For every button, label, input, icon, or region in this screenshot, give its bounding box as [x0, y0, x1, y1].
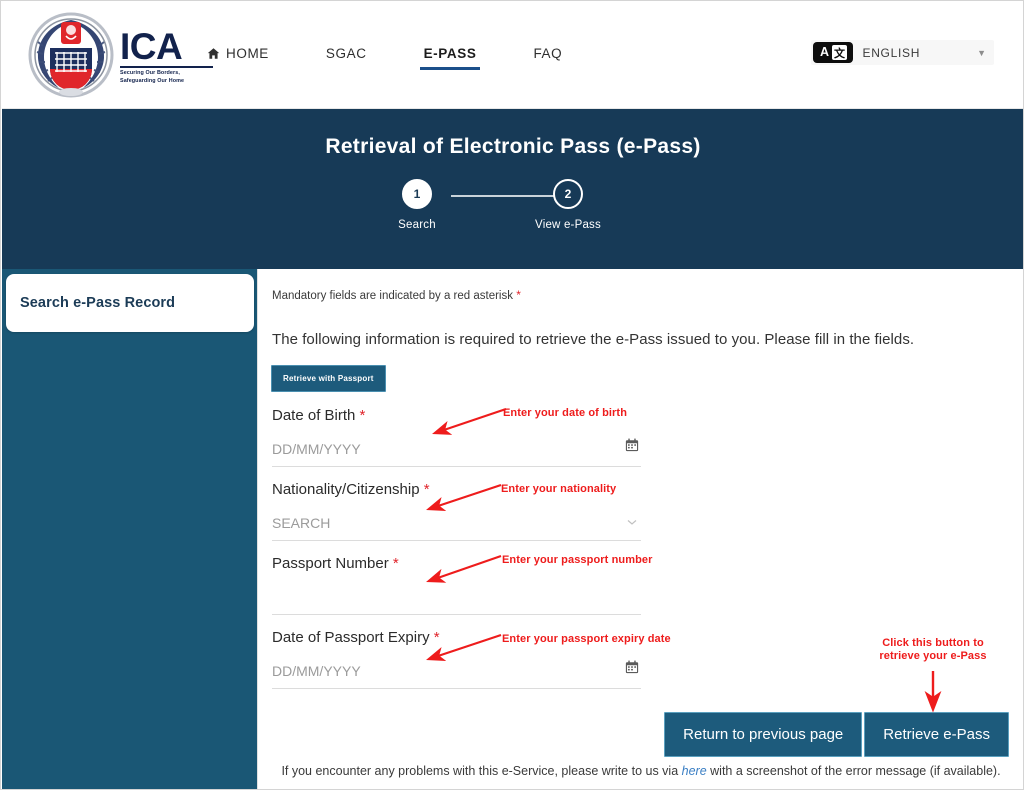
date-of-birth-required-asterisk: * — [359, 407, 366, 424]
nav-item-faq[interactable]: FAQ — [533, 42, 562, 70]
calendar-icon[interactable] — [625, 660, 639, 674]
sidebar-item-search-epass-record[interactable]: Search e-Pass Record — [6, 274, 254, 332]
mandatory-asterisk: * — [516, 288, 521, 302]
nav-item-sgac[interactable]: SGAC — [326, 42, 367, 70]
translate-icon: A 文 — [813, 42, 854, 63]
browser-page: ICA Securing Our Borders, Safeguarding O… — [0, 0, 1024, 790]
retrieve-epass-button[interactable]: Retrieve e-Pass — [864, 712, 1009, 757]
brand-tagline: Securing Our Borders, Safeguarding Our H… — [120, 69, 185, 84]
footer-help-link[interactable]: here — [682, 764, 707, 778]
page-title: Retrieval of Electronic Pass (e-Pass) — [325, 135, 701, 158]
language-selector[interactable]: A 文 ENGLISH ▼ — [811, 40, 994, 65]
passport-expiry-input-wrap — [272, 658, 641, 689]
calendar-icon[interactable] — [625, 438, 639, 452]
passport-number-input-wrap — [272, 584, 641, 615]
main-nav: HOME SGAC E-PASS FAQ — [207, 42, 619, 70]
nationality-input[interactable] — [272, 510, 602, 536]
translate-icon-cjk: 文 — [832, 45, 847, 60]
brand-logo[interactable]: ICA Securing Our Borders, Safeguarding O… — [28, 12, 215, 98]
date-of-birth-label-text: Date of Birth — [272, 407, 356, 424]
sidebar: Search e-Pass Record — [2, 269, 257, 789]
nationality-required-asterisk: * — [423, 481, 430, 498]
home-icon — [207, 47, 220, 60]
language-label: ENGLISH — [862, 45, 921, 60]
date-of-birth-input[interactable] — [272, 436, 602, 462]
brand-wordmark: ICA Securing Our Borders, Safeguarding O… — [120, 25, 215, 86]
nav-item-epass[interactable]: E-PASS — [419, 42, 481, 70]
intro-text: The following information is required to… — [272, 331, 915, 348]
passport-number-required-asterisk: * — [392, 555, 399, 572]
stepper-step-view-epass-number: 2 — [553, 179, 583, 209]
stepper-step-view-epass[interactable]: 2 View e-Pass — [533, 179, 603, 231]
nationality-input-wrap — [272, 510, 641, 541]
nationality-label-text: Nationality/Citizenship — [272, 481, 420, 498]
passport-expiry-label-text: Date of Passport Expiry — [272, 629, 430, 646]
nav-item-epass-label: E-PASS — [423, 46, 477, 61]
date-of-birth-input-wrap — [272, 436, 641, 467]
nav-item-faq-label: FAQ — [533, 46, 563, 61]
stepper-step-search[interactable]: 1 Search — [382, 179, 452, 231]
footer-help-before: If you encounter any problems with this … — [281, 764, 682, 778]
ica-crest-icon — [28, 12, 114, 98]
passport-number-input[interactable] — [272, 584, 602, 610]
footer-help-note: If you encounter any problems with this … — [258, 764, 1023, 778]
annotation-passport-number: Enter your passport number — [502, 554, 653, 566]
nav-item-sgac-label: SGAC — [325, 46, 367, 61]
main-content: Mandatory fields are indicated by a red … — [257, 269, 1023, 789]
site-header: ICA Securing Our Borders, Safeguarding O… — [2, 2, 1023, 109]
mandatory-fields-note-text: Mandatory fields are indicated by a red … — [272, 290, 513, 302]
brand-acronym: ICA — [120, 25, 183, 67]
nav-item-home[interactable]: HOME — [207, 42, 269, 70]
annotation-date-of-birth: Enter your date of birth — [503, 407, 628, 419]
translate-icon-latin: A — [819, 45, 829, 60]
stepper-step-search-number: 1 — [402, 179, 432, 209]
stepper-step-search-label: Search — [398, 219, 436, 231]
progress-stepper: 1 Search 2 View e-Pass — [398, 179, 623, 241]
page-banner: Retrieval of Electronic Pass (e-Pass) 1 … — [2, 109, 1023, 269]
annotation-retrieve-button: Click this button to retrieve your e-Pas… — [863, 637, 1003, 664]
annotation-retrieve-button-line1: Click this button to — [882, 637, 984, 649]
passport-number-label-text: Passport Number — [272, 555, 389, 572]
chevron-down-icon[interactable] — [627, 518, 637, 529]
nav-item-home-label: HOME — [226, 46, 269, 61]
footer-help-after: with a screenshot of the error message (… — [706, 764, 1001, 778]
return-to-previous-page-button[interactable]: Return to previous page — [664, 712, 863, 757]
chevron-down-icon: ▼ — [977, 47, 986, 58]
form-actions: Return to previous page Retrieve e-Pass — [664, 712, 1009, 757]
sidebar-item-label: Search e-Pass Record — [20, 295, 176, 311]
passport-expiry-input[interactable] — [272, 658, 602, 684]
retrieve-with-passport-button[interactable]: Retrieve with Passport — [271, 365, 386, 392]
mandatory-fields-note: Mandatory fields are indicated by a red … — [272, 288, 521, 302]
stepper-step-view-epass-label: View e-Pass — [535, 219, 601, 231]
passport-expiry-required-asterisk: * — [433, 629, 440, 646]
annotation-nationality: Enter your nationality — [501, 483, 617, 495]
annotation-retrieve-button-line2: retrieve your e-Pass — [879, 650, 987, 663]
annotation-passport-expiry: Enter your passport expiry date — [502, 633, 671, 645]
